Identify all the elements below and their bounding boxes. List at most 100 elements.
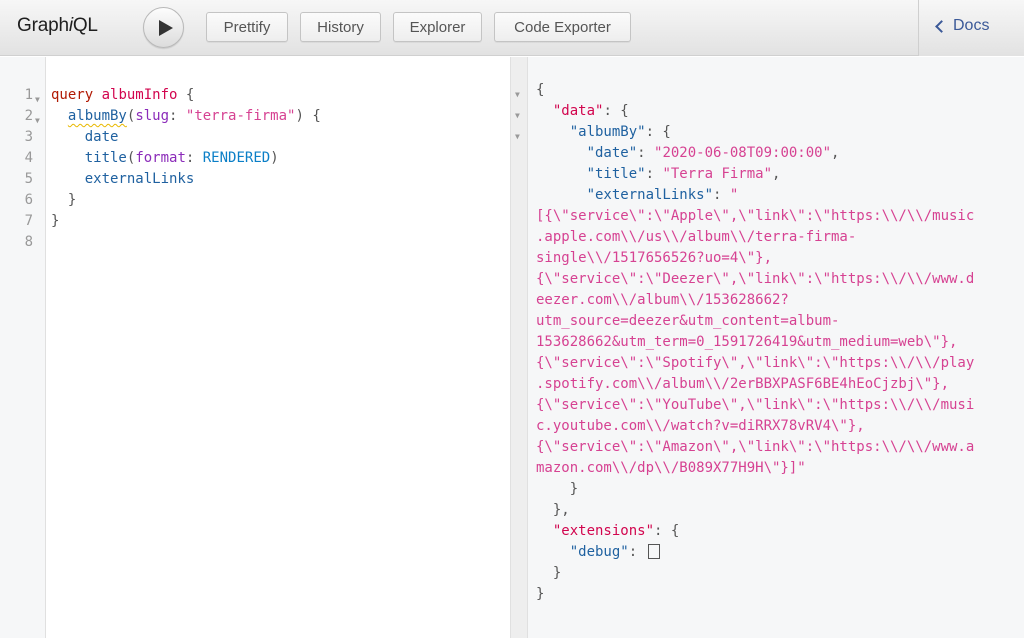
result-line: utm_source=deezer&utm_content=album- (511, 311, 1024, 332)
execute-query-button[interactable] (143, 7, 184, 48)
query-line-text: albumBy(slug: "terra-firma") { (51, 106, 321, 127)
result-line-text: .spotify.com\\/album\\/2erBBXPASF6BE4hEo… (536, 374, 949, 395)
code-token: {\"service\":\"YouTube\",\"link\":\"http… (536, 397, 975, 413)
code-token: {\"service\":\"Deezer\",\"link\":\"https… (536, 271, 975, 287)
docs-panel-toggle: Docs (918, 0, 1024, 56)
result-line: "externalLinks": " (511, 185, 1024, 206)
code-token: { (177, 87, 195, 103)
result-line-text: mazon.com\\/dp\\/B089X77H9H\"}]" (536, 458, 806, 479)
code-token: title (84, 150, 127, 166)
query-line-text: externalLinks (51, 169, 195, 190)
result-line-text: { (536, 80, 544, 101)
result-line: {\"service\":\"Spotify\",\"link\":\"http… (511, 353, 1024, 374)
code-token: , (772, 166, 781, 182)
result-line-text: } (536, 479, 578, 500)
history-button[interactable]: History (300, 12, 381, 42)
code-token: }, (536, 502, 570, 518)
code-token: "title" (586, 166, 646, 182)
code-token: } (51, 213, 60, 229)
result-line: ▼{ (511, 80, 1024, 101)
code-token: {\"service\":\"Spotify\",\"link\":\"http… (536, 355, 975, 371)
result-line-text: {\"service\":\"Spotify\",\"link\":\"http… (536, 353, 974, 374)
code-token: c.youtube.com\\/watch?v=diRRX78vRV4\"}, (536, 418, 865, 434)
code-token: : (169, 108, 186, 124)
code-exporter-button[interactable]: Code Exporter (494, 12, 631, 42)
code-token: : { (645, 124, 671, 140)
result-line-text: }, (536, 500, 570, 521)
code-token: albumInfo (101, 87, 178, 103)
result-line: eezer.com\\/album\\/153628662? (511, 290, 1024, 311)
code-token: "externalLinks" (586, 187, 714, 203)
code-token: "albumBy" (569, 124, 646, 140)
line-number: 4 (24, 150, 33, 166)
code-token: "date" (586, 145, 638, 161)
docs-button[interactable]: Docs (935, 17, 990, 35)
code-token: eezer.com\\/album\\/153628662? (536, 292, 789, 308)
result-line: } (511, 584, 1024, 605)
code-token: } (536, 586, 545, 602)
code-token: single\\/1517656526?uo=4\"}, (536, 250, 773, 266)
code-token: : { (603, 103, 629, 119)
query-line-text: query albumInfo { (51, 85, 194, 106)
result-line: {\"service\":\"Amazon\",\"link\":\"https… (511, 437, 1024, 458)
result-line-text: utm_source=deezer&utm_content=album- (536, 311, 839, 332)
result-line-text: 153628662&utm_term=0_1591726419&utm_medi… (536, 332, 957, 353)
query-line-text: date (51, 127, 119, 148)
code-token: [{\"service\":\"Apple\",\"link\":\"https… (536, 208, 975, 224)
query-editor[interactable]: 1 ▼ query albumInfo {2 ▼ albumBy(slug: "ter… (0, 57, 510, 638)
query-line: 2 ▼ albumBy(slug: "terra-firma") { (0, 106, 510, 127)
result-line-text: {\"service\":\"Deezer\",\"link\":\"https… (536, 269, 974, 290)
code-token: : { (654, 523, 680, 539)
code-token: "debug" (569, 544, 629, 560)
result-viewer: ▼{▼ "data": {▼ "albumBy": { "date": "202… (511, 57, 1024, 638)
chevron-left-icon (935, 20, 948, 33)
query-line-text: title(format: RENDERED) (51, 148, 279, 169)
code-token: " (729, 187, 739, 203)
line-number: 1 (24, 87, 33, 103)
code-token: } (536, 481, 579, 497)
query-line: 3 date (0, 127, 510, 148)
explorer-button[interactable]: Explorer (393, 12, 482, 42)
code-token: RENDERED (202, 150, 271, 166)
code-token: ) (270, 150, 279, 166)
code-token: : (628, 544, 646, 560)
code-token: .apple.com\\/us\\/album\\/terra-firma- (536, 229, 857, 245)
code-token: "2020-06-08T09:00:00" (654, 145, 832, 161)
code-token: } (51, 192, 77, 208)
empty-array-icon (647, 544, 660, 559)
query-line: 8 (0, 232, 510, 253)
result-line: "extensions": { (511, 521, 1024, 542)
docs-label: Docs (953, 17, 990, 34)
code-token: mazon.com\\/dp\\/B089X77H9H\"}]" (536, 460, 806, 476)
code-token: ) { (295, 108, 321, 124)
code-token: , (831, 145, 840, 161)
code-token: } (536, 565, 562, 581)
toolbar: GraphiQL Prettify History Explorer Code … (0, 0, 1024, 56)
result-line-text: single\\/1517656526?uo=4\"}, (536, 248, 772, 269)
result-line: "date": "2020-06-08T09:00:00", (511, 143, 1024, 164)
result-line: {\"service\":\"Deezer\",\"link\":\"https… (511, 269, 1024, 290)
result-line-text: eezer.com\\/album\\/153628662? (536, 290, 789, 311)
result-line-text: "externalLinks": " (536, 185, 739, 206)
result-line-text: "debug": (536, 542, 660, 563)
result-line-text: "date": "2020-06-08T09:00:00", (536, 143, 840, 164)
prettify-button[interactable]: Prettify (206, 12, 288, 42)
line-number: 5 (24, 171, 33, 187)
result-line: .spotify.com\\/album\\/2erBBXPASF6BE4hEo… (511, 374, 1024, 395)
result-line: {\"service\":\"YouTube\",\"link\":\"http… (511, 395, 1024, 416)
code-token: : (185, 150, 203, 166)
code-token: : (645, 166, 663, 182)
code-token: {\"service\":\"Amazon\",\"link\":\"https… (536, 439, 975, 455)
line-number: 2 (24, 108, 33, 124)
code-token: albumBy (67, 108, 127, 124)
query-line: 5 externalLinks (0, 169, 510, 190)
query-line-text: } (51, 190, 76, 211)
result-line-text: "extensions": { (536, 521, 679, 542)
result-line-text: "albumBy": { (536, 122, 671, 143)
code-token: .spotify.com\\/album\\/2erBBXPASF6BE4hEo… (536, 376, 950, 392)
